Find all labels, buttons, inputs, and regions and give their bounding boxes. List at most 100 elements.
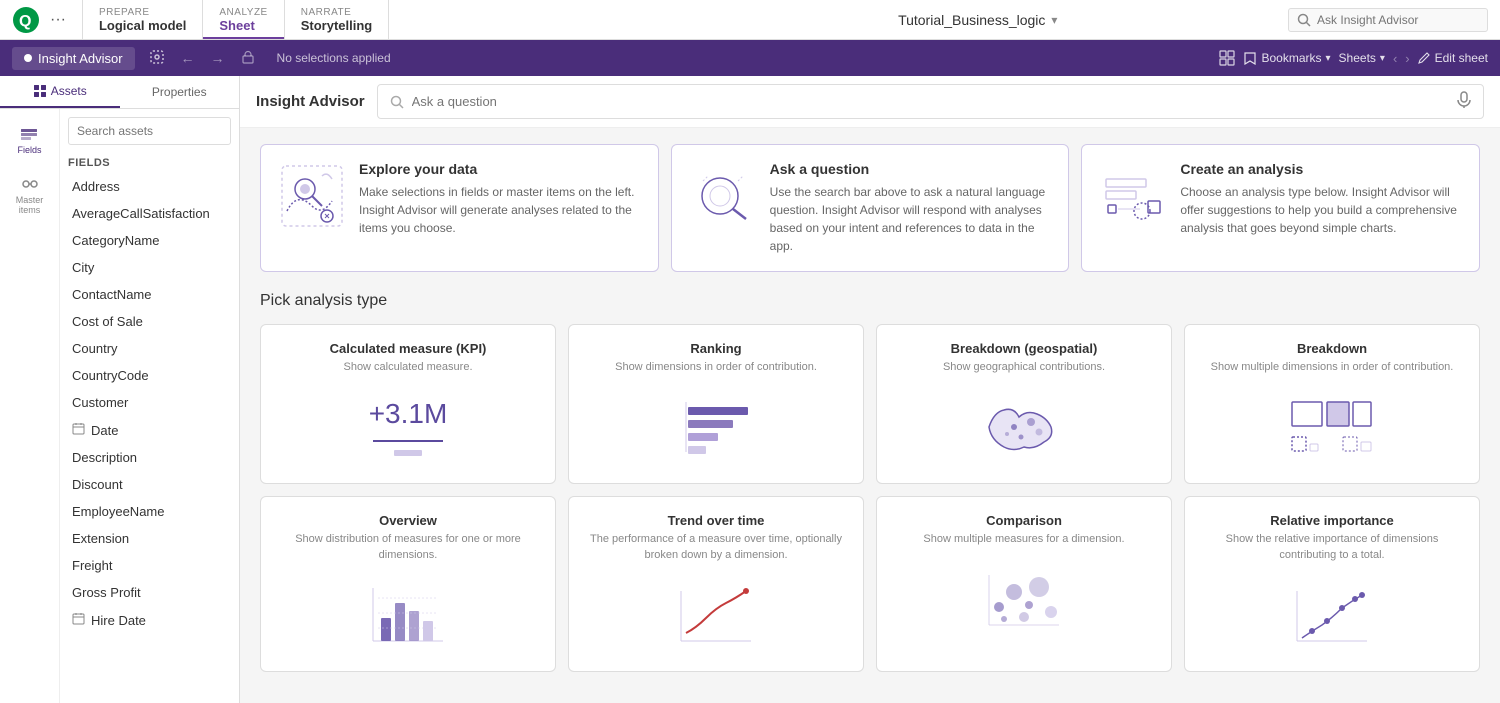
info-card-create: Create an analysis Choose an analysis ty… [1081, 144, 1480, 272]
analysis-card-trend[interactable]: Trend over time The performance of a mea… [568, 496, 864, 672]
fields-nav-label: Fields [17, 145, 41, 155]
field-item-freight[interactable]: Freight [60, 552, 239, 579]
explore-description: Make selections in fields or master item… [359, 183, 642, 237]
sidebar-item-master-items[interactable]: Master items [0, 167, 59, 223]
field-item-city[interactable]: City [60, 254, 239, 281]
field-item-gross-profit[interactable]: Gross Profit [60, 579, 239, 606]
search-assets-input[interactable] [68, 117, 231, 145]
insight-advisor-label: Insight Advisor [38, 51, 123, 66]
comparison-visual [893, 560, 1155, 640]
analysis-card-breakdown[interactable]: Breakdown Show multiple dimensions in or… [1184, 324, 1480, 484]
breakdown-geo-description: Show geographical contributions. [943, 360, 1105, 375]
main-area: Insight Advisor [240, 76, 1500, 703]
field-item-contact[interactable]: ContactName [60, 281, 239, 308]
nav-section-narrate[interactable]: Narrate Storytelling [285, 0, 390, 39]
field-item-employee-name[interactable]: EmployeeName [60, 498, 239, 525]
comparison-description: Show multiple measures for a dimension. [923, 532, 1124, 547]
field-item-category[interactable]: CategoryName [60, 227, 239, 254]
overview-title: Overview [379, 513, 437, 528]
field-item-hire-date[interactable]: Hire Date [60, 606, 239, 634]
forward-icon[interactable]: → [205, 46, 231, 70]
nav-section-analyze[interactable]: Analyze Sheet [203, 0, 284, 39]
link-icon [21, 175, 39, 193]
back-icon[interactable]: ← [175, 46, 201, 70]
sheets-button[interactable]: Sheets ▾ [1339, 51, 1385, 65]
field-label: Discount [72, 477, 123, 492]
field-label: EmployeeName [72, 504, 165, 519]
field-item-address[interactable]: Address [60, 173, 239, 200]
info-card-explore: Explore your data Make selections in fie… [260, 144, 659, 272]
lasso-icon[interactable] [143, 45, 171, 72]
field-item-date[interactable]: Date [60, 416, 239, 444]
title-chevron[interactable]: ▾ [1051, 13, 1057, 27]
analysis-card-breakdown-geo[interactable]: Breakdown (geospatial) Show geographical… [876, 324, 1172, 484]
dots-menu[interactable]: ··· [46, 11, 70, 29]
top-search-area [1276, 0, 1500, 39]
lock-icon[interactable] [235, 46, 261, 71]
field-label: AverageCallSatisfaction [72, 206, 210, 221]
breakdown-visual [1201, 387, 1463, 467]
sidebar-nav: Fields Master items [0, 109, 60, 703]
sidebar-item-fields[interactable]: Fields [13, 117, 45, 163]
assets-tab-label: Assets [51, 84, 87, 98]
analysis-card-relative[interactable]: Relative importance Show the relative im… [1184, 496, 1480, 672]
calendar-icon [72, 612, 85, 628]
edit-sheet-button[interactable]: Edit sheet [1418, 51, 1488, 65]
edit-label: Edit sheet [1435, 51, 1488, 65]
nav-section-prepare[interactable]: Prepare Logical model [83, 0, 203, 39]
question-bar[interactable] [377, 84, 1484, 119]
tab-assets[interactable]: Assets [0, 76, 120, 108]
explore-title: Explore your data [359, 161, 642, 177]
sheets-chevron: ▾ [1380, 53, 1385, 64]
explore-icon [277, 161, 347, 234]
breakdown-title: Breakdown [1297, 341, 1367, 356]
bookmarks-label: Bookmarks [1261, 51, 1321, 65]
field-item-country-code[interactable]: CountryCode [60, 362, 239, 389]
field-item-extension[interactable]: Extension [60, 525, 239, 552]
field-item-cost-of-sale[interactable]: Cost of Sale [60, 308, 239, 335]
analysis-card-kpi[interactable]: Calculated measure (KPI) Show calculated… [260, 324, 556, 484]
info-card-ask: Ask a question Use the search bar above … [671, 144, 1070, 272]
field-label: CountryCode [72, 368, 149, 383]
field-label: Freight [72, 558, 112, 573]
ask-text: Ask a question Use the search bar above … [770, 161, 1053, 255]
narrate-label: Narrate [301, 7, 352, 18]
master-items-nav-label: Master items [4, 195, 55, 215]
calendar-icon [72, 422, 85, 438]
field-label: Country [72, 341, 118, 356]
analysis-card-ranking[interactable]: Ranking Show dimensions in order of cont… [568, 324, 864, 484]
field-label: ContactName [72, 287, 151, 302]
create-icon [1098, 161, 1168, 234]
fields-icon [20, 125, 38, 143]
overview-visual [277, 575, 539, 655]
insight-search-input[interactable] [1317, 13, 1457, 27]
toolbar-icons: ← → [143, 45, 261, 72]
relative-title: Relative importance [1270, 513, 1394, 528]
analysis-card-comparison[interactable]: Comparison Show multiple measures for a … [876, 496, 1172, 672]
no-selections-text: No selections applied [277, 51, 391, 65]
field-label: Hire Date [91, 613, 146, 628]
bookmarks-button[interactable]: Bookmarks ▾ [1243, 51, 1330, 65]
mic-icon[interactable] [1457, 91, 1471, 112]
trend-title: Trend over time [668, 513, 765, 528]
field-item-discount[interactable]: Discount [60, 471, 239, 498]
field-item-customer[interactable]: Customer [60, 389, 239, 416]
question-input[interactable] [412, 94, 1449, 109]
field-label: Extension [72, 531, 129, 546]
create-description: Choose an analysis type below. Insight A… [1180, 183, 1463, 237]
field-item-description[interactable]: Description [60, 444, 239, 471]
analysis-card-overview[interactable]: Overview Show distribution of measures f… [260, 496, 556, 672]
field-item-avg-call[interactable]: AverageCallSatisfaction [60, 200, 239, 227]
insight-advisor-button[interactable]: Insight Advisor [12, 47, 135, 70]
fields-list-area: Fields Address AverageCallSatisfaction Cat… [60, 109, 239, 703]
fields-list: Address AverageCallSatisfaction CategoryNa… [60, 173, 239, 703]
grid-button[interactable] [1219, 50, 1235, 66]
second-toolbar: Insight Advisor ← → No selections applie… [0, 40, 1500, 76]
kpi-value: +3.1M [369, 398, 448, 430]
field-item-country[interactable]: Country [60, 335, 239, 362]
create-title: Create an analysis [1180, 161, 1463, 177]
fields-section-label: Fields [60, 153, 239, 173]
nav-sections: Prepare Logical model Analyze Sheet Narr… [83, 0, 680, 39]
tab-properties[interactable]: Properties [120, 76, 240, 108]
insight-search-box[interactable] [1288, 8, 1488, 32]
